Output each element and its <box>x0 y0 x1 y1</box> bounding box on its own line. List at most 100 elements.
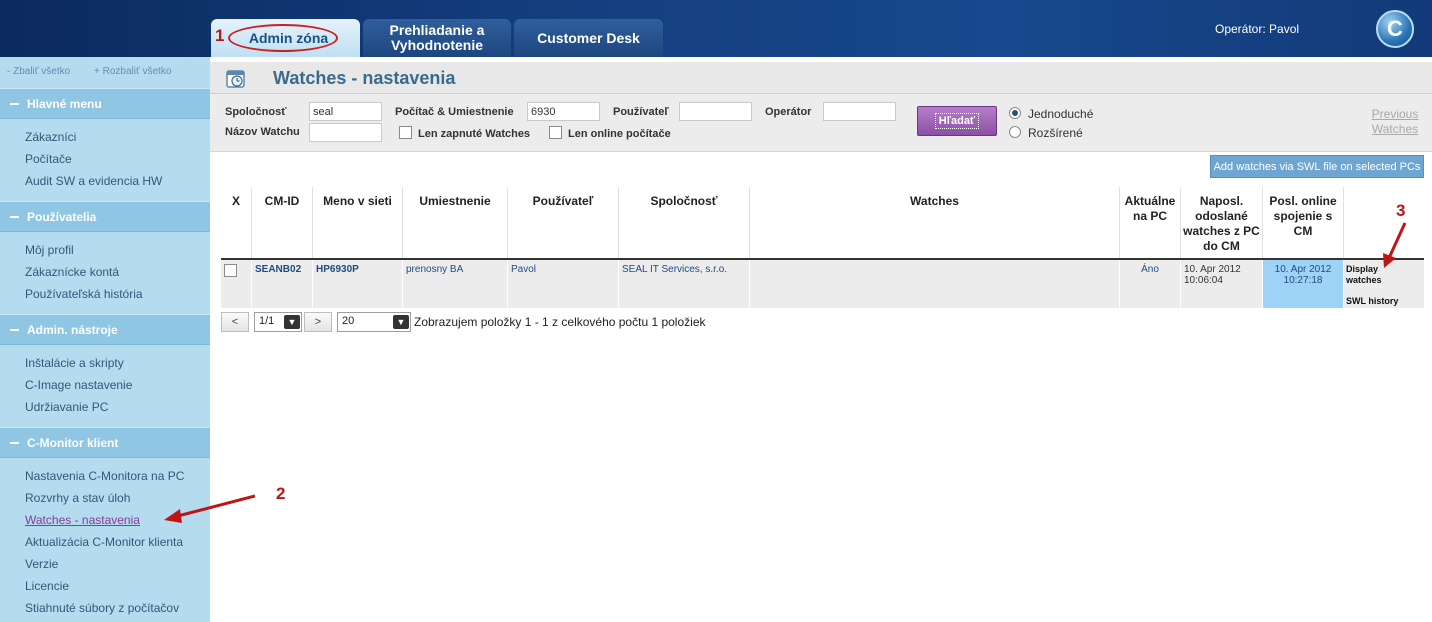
cell-user: Pavol <box>508 260 619 308</box>
pager-info: Zobrazujem položky 1 - 1 z celkového poč… <box>414 315 706 329</box>
cell-cmid[interactable]: SEANB02 <box>252 260 313 308</box>
col-header-last-sent[interactable]: Naposl. odoslané watches z PC do CM <box>1181 187 1263 259</box>
sidebar-item-maintenance[interactable]: Udržiavanie PC <box>25 400 108 414</box>
table-row[interactable]: SEANB02 HP6930P prenosny BA Pavol SEAL I… <box>221 260 1424 308</box>
swl-history-link[interactable]: SWL history <box>1346 296 1398 307</box>
annotation-number-3: 3 <box>1396 201 1406 220</box>
cell-hostname[interactable]: HP6930P <box>313 260 403 308</box>
simple-mode-label: Jednoduché <box>1028 107 1094 121</box>
section-cmonitor-client[interactable]: C-Monitor klient <box>0 427 210 458</box>
col-header-select[interactable]: X <box>221 187 252 259</box>
row-checkbox[interactable] <box>224 264 237 277</box>
filter-panel: Spoločnosť Názov Watchu Počítač & Umiest… <box>210 94 1432 152</box>
section-users[interactable]: Používatelia <box>0 201 210 232</box>
search-button[interactable]: Hľadať <box>917 106 997 136</box>
only-online-checkbox[interactable] <box>549 126 562 139</box>
minus-icon <box>10 215 19 218</box>
add-watches-swl-button[interactable]: Add watches via SWL file on selected PCs <box>1210 155 1424 178</box>
sidebar-item-audit[interactable]: Audit SW a evidencia HW <box>25 174 162 188</box>
sidebar-item-schedules[interactable]: Rozvrhy a stav úloh <box>25 491 130 505</box>
simple-mode-radio[interactable] <box>1009 107 1021 119</box>
clock-calendar-icon <box>226 70 245 88</box>
page-title-bar: Watches - nastavenia <box>210 62 1432 94</box>
cell-current-on-pc: Áno <box>1120 260 1181 308</box>
page-size-value: 20 <box>342 315 355 327</box>
company-label: Spoločnosť <box>225 106 287 118</box>
col-header-watches[interactable]: Watches <box>750 187 1120 259</box>
watch-name-label: Názov Watchu <box>225 126 300 138</box>
row-select-cell <box>221 260 252 308</box>
tab-label: Admin zóna <box>248 29 329 46</box>
company-input[interactable] <box>309 102 382 121</box>
sidebar-item-user-history[interactable]: Používateľská história <box>25 287 143 301</box>
sidebar-item-licenses[interactable]: Licencie <box>25 579 69 593</box>
previous-watches-link[interactable]: Previous Watches <box>1365 107 1425 137</box>
tab-label: Prehliadanie a Vyhodnotenie <box>389 22 485 53</box>
annotation-arrow-3 <box>1383 222 1407 268</box>
advanced-mode-label: Rozšírené <box>1028 126 1083 140</box>
prev-page-button[interactable]: < <box>221 312 249 332</box>
only-enabled-checkbox[interactable] <box>399 126 412 139</box>
col-header-hostname[interactable]: Meno v sieti <box>313 187 403 259</box>
section-title: Hlavné menu <box>27 96 102 111</box>
minus-icon <box>10 102 19 105</box>
sidebar-item-computers[interactable]: Počítače <box>25 152 72 166</box>
col-header-company[interactable]: Spoločnosť <box>619 187 750 259</box>
watch-name-input[interactable] <box>309 123 382 142</box>
only-enabled-label: Len zapnuté Watches <box>418 128 531 140</box>
operator-input[interactable] <box>823 102 896 121</box>
next-page-button[interactable]: > <box>304 312 332 332</box>
tab-reports[interactable]: Prehliadanie a Vyhodnotenie <box>363 19 511 57</box>
pc-location-label: Počítač & Umiestnenie <box>395 106 514 118</box>
sidebar-item-cmonitor-settings[interactable]: Nastavenia C-Monitora na PC <box>25 469 184 483</box>
collapse-all-link[interactable]: - Zbaliť všetko <box>7 66 70 77</box>
col-header-location[interactable]: Umiestnenie <box>403 187 508 259</box>
sidebar-item-my-profile[interactable]: Môj profil <box>25 243 74 257</box>
minus-icon <box>10 441 19 444</box>
annotation-number-2: 2 <box>276 484 286 503</box>
sidebar: - Zbaliť všetko + Rozbaliť všetko Hlavné… <box>0 57 210 622</box>
expand-all-link[interactable]: + Rozbaliť všetko <box>94 66 171 77</box>
search-button-label: Hľadať <box>934 113 980 129</box>
col-header-last-online[interactable]: Posl. online spojenie s CM <box>1263 187 1344 259</box>
tab-admin-zone[interactable]: Admin zóna <box>211 19 360 57</box>
sidebar-item-customers[interactable]: Zákazníci <box>25 130 76 144</box>
cell-last-sent: 10. Apr 2012 10:06:04 <box>1181 260 1263 308</box>
sidebar-item-cimage[interactable]: C-Image nastavenie <box>25 378 132 392</box>
sidebar-item-customer-accounts[interactable]: Zákaznícke kontá <box>25 265 119 279</box>
tab-customer-desk[interactable]: Customer Desk <box>514 19 663 57</box>
row-actions: Display watches SWL history <box>1346 264 1398 307</box>
section-title: Admin. nástroje <box>27 322 118 337</box>
sidebar-item-installs[interactable]: Inštalácie a skripty <box>25 356 124 370</box>
only-online-label: Len online počítače <box>568 128 671 140</box>
page-select-value: 1/1 <box>259 315 275 327</box>
user-input[interactable] <box>679 102 752 121</box>
advanced-mode-radio[interactable] <box>1009 126 1021 138</box>
sidebar-item-versions[interactable]: Verzie <box>25 557 58 571</box>
chevron-down-icon: ▼ <box>393 315 409 329</box>
sidebar-item-watches-settings[interactable]: Watches - nastavenia <box>25 513 140 527</box>
pc-location-input[interactable] <box>527 102 600 121</box>
sidebar-item-client-update[interactable]: Aktualizácia C-Monitor klienta <box>25 535 183 549</box>
col-header-current[interactable]: Aktuálne na PC <box>1120 187 1181 259</box>
col-header-user[interactable]: Používateľ <box>508 187 619 259</box>
tab-label: Customer Desk <box>537 29 640 46</box>
minus-icon <box>10 328 19 331</box>
cell-location: prenosny BA <box>403 260 508 308</box>
col-header-cmid[interactable]: CM-ID <box>252 187 313 259</box>
section-title: C-Monitor klient <box>27 435 119 450</box>
page-size-select[interactable]: 20 ▼ <box>337 312 411 332</box>
operator-filter-label: Operátor <box>765 106 812 118</box>
page-select[interactable]: 1/1 ▼ <box>254 312 302 332</box>
section-main-menu[interactable]: Hlavné menu <box>0 88 210 119</box>
operator-label: Operátor: Pavol <box>1215 22 1300 36</box>
section-title: Používatelia <box>27 209 97 224</box>
cell-watches <box>750 260 1120 308</box>
logo-icon[interactable]: C <box>1376 10 1414 48</box>
chevron-down-icon: ▼ <box>284 315 300 329</box>
annotation-arrow-2 <box>164 494 256 523</box>
sidebar-item-downloaded-files[interactable]: Stiahnuté súbory z počítačov <box>25 601 179 615</box>
section-admin-tools[interactable]: Admin. nástroje <box>0 314 210 345</box>
annotation-number-1: 1 <box>215 26 225 45</box>
cell-last-online: 10. Apr 2012 10:27:18 <box>1263 260 1344 308</box>
